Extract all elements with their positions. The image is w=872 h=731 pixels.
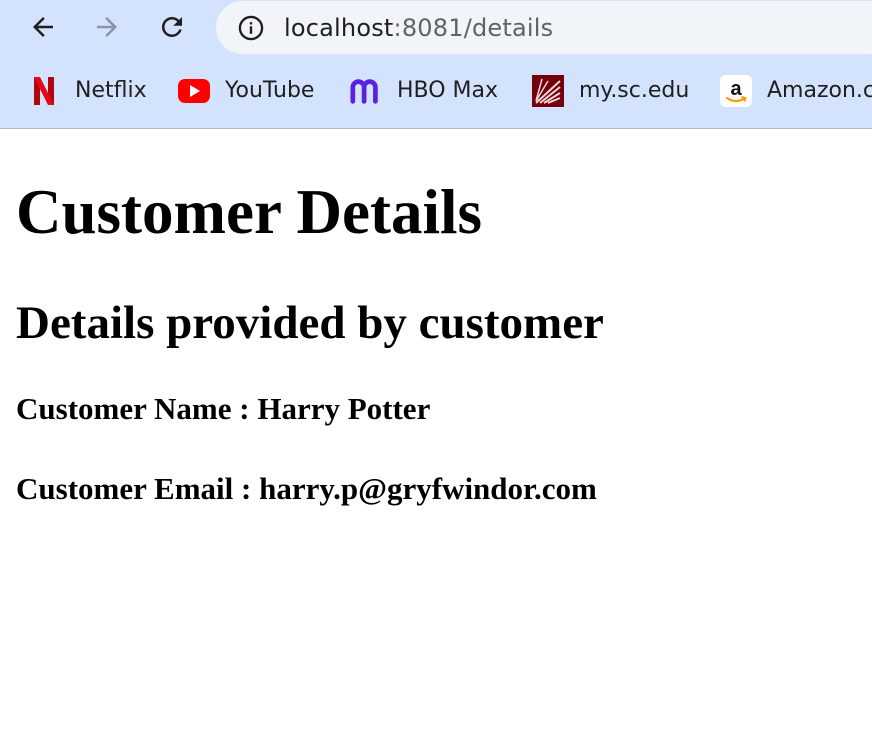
hbo-max-icon <box>350 75 382 107</box>
bookmark-youtube[interactable]: YouTube <box>178 72 314 110</box>
bookmark-my-sc-edu[interactable]: my.sc.edu <box>532 72 689 110</box>
bookmarks-bar: Netflix YouTube HBO Max my.sc.edu a Amaz… <box>0 64 872 118</box>
page-title: Customer Details <box>16 177 483 247</box>
svg-text:a: a <box>730 78 742 100</box>
back-button[interactable] <box>22 6 64 48</box>
browser-chrome: localhost:8081/details Netflix YouTube H… <box>0 0 872 129</box>
youtube-icon <box>178 75 210 107</box>
reload-icon <box>161 16 182 37</box>
amazon-icon: a <box>720 75 752 107</box>
mysc-icon <box>532 75 564 107</box>
site-info-button[interactable] <box>236 13 266 43</box>
url-path: :8081/details <box>393 14 554 42</box>
bookmark-label: YouTube <box>225 78 315 103</box>
customer-email: Customer Email : harry.p@gryfwindor.com <box>16 471 597 506</box>
customer-name: Customer Name : Harry Potter <box>16 391 431 426</box>
page-content: Customer Details Details provided by cus… <box>16 176 866 506</box>
forward-button[interactable] <box>86 6 128 48</box>
netflix-icon <box>28 75 60 107</box>
bookmark-label: my.sc.edu <box>579 78 690 103</box>
bookmark-label: Netflix <box>75 78 147 103</box>
bookmark-netflix[interactable]: Netflix <box>28 72 147 110</box>
page-subtitle: Details provided by customer <box>16 297 604 349</box>
bookmark-label: HBO Max <box>397 78 499 103</box>
bookmark-label: Amazon.c <box>767 78 872 103</box>
arrow-left-icon <box>33 17 53 37</box>
url-text[interactable]: localhost:8081/details <box>284 13 553 43</box>
reload-button[interactable] <box>151 6 193 48</box>
info-icon <box>238 15 264 41</box>
bookmark-amazon[interactable]: a Amazon.c <box>720 72 872 110</box>
url-host: localhost <box>284 14 394 42</box>
arrow-right-icon <box>97 17 117 37</box>
bookmark-hbo-max[interactable]: HBO Max <box>350 72 498 110</box>
address-bar[interactable]: localhost:8081/details <box>216 1 872 54</box>
